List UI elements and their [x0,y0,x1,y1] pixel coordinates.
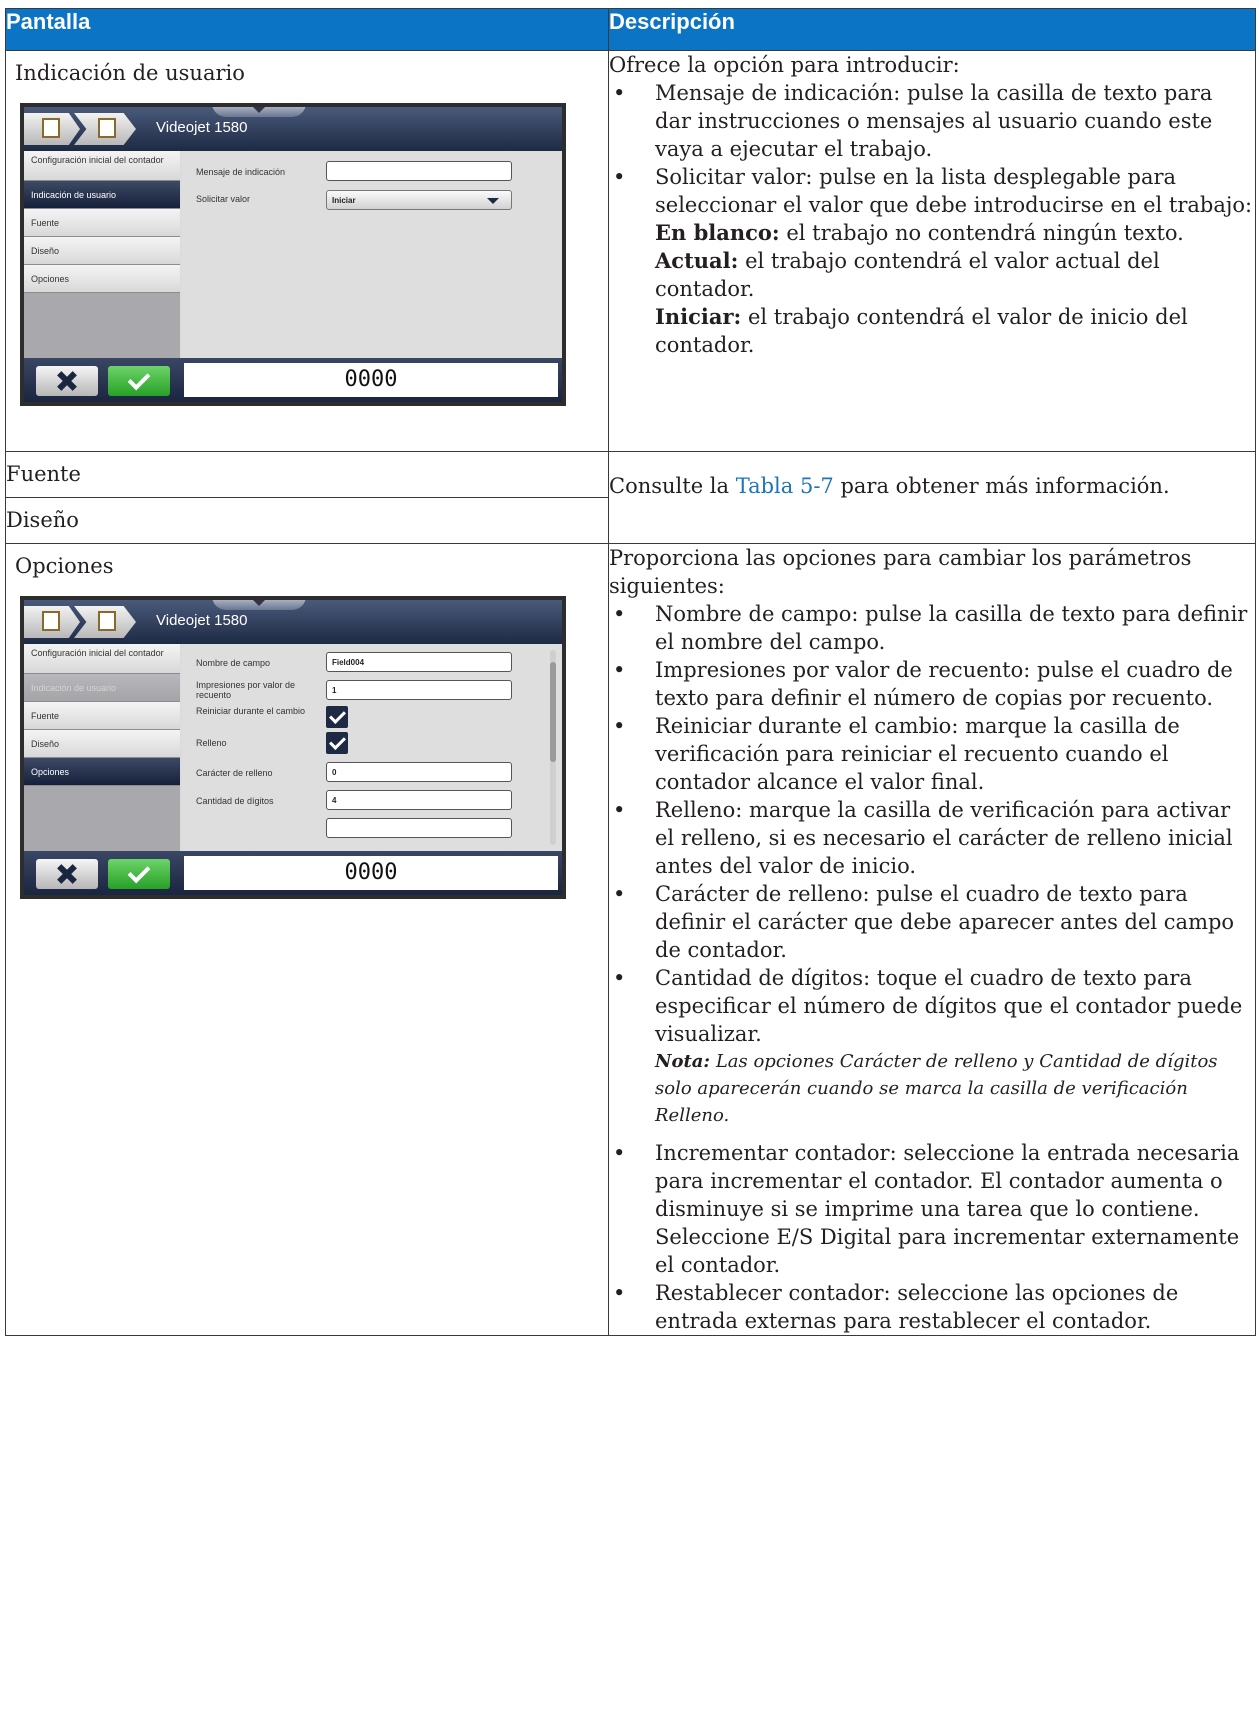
sidebar-item-font[interactable]: Fuente [24,209,180,237]
desc-bullet: Restablecer contador: seleccione las opc… [609,1279,1255,1335]
scrollbar[interactable] [550,650,556,845]
edit-icon [42,611,60,631]
sidebar-item-config[interactable]: Configuración inicial del contador [24,151,180,181]
sidebar-item-config[interactable]: Configuración inicial del contador [24,644,180,674]
dropdown-arrow-icon [487,198,499,204]
sidebar-item-user-prompt: Indicación de usuario [24,674,180,702]
clipboard-tab[interactable] [74,606,136,638]
request-value-selected: Iniciar [332,196,356,205]
desc-bullet-text: Cantidad de dígitos: toque el cuadro de … [655,966,1243,1046]
device-main-panel: Mensaje de indicación Solicitar valor In… [182,151,562,358]
description-cell-font-design: Consulte la Tabla 5-7 para obtener más i… [608,451,1256,544]
desc-intro: Ofrece la opción para introducir: [609,53,960,77]
field-name-label: Nombre de campo [196,658,271,668]
device-title: Videojet 1580 [156,119,248,136]
counter-display: 0000 [184,363,558,397]
screen-cell-font: Fuente [5,451,609,498]
note-text: Las opciones Carácter de relleno y Canti… [655,1051,1218,1126]
desc-bullet: Nombre de campo: pulse la casilla de tex… [609,600,1255,656]
clipboard-icon [98,118,116,138]
device-screenshot: Videojet 1580 Configuración inicial del … [20,596,566,899]
header-descripcion: Descripción [608,8,1256,51]
fill-char-label: Carácter de relleno [196,768,273,778]
cancel-button[interactable] [36,366,98,396]
device-screenshot: Videojet 1580 Configuración inicial del … [20,103,566,406]
sidebar-item-options[interactable]: Opciones [24,758,180,786]
device-bottom-bar: 0000 [24,851,562,895]
prompt-message-label: Mensaje de indicación [196,167,286,177]
desc-ref-post: para obtener más información. [833,474,1170,498]
clipboard-tab[interactable] [74,113,136,145]
description-cell-options: Proporciona las opciones para cambiar lo… [608,543,1256,1336]
device-top-bar: Videojet 1580 [24,107,562,151]
request-value-select[interactable]: Iniciar [326,190,512,210]
desc-bullet: Incrementar contador: seleccione la entr… [609,1139,1255,1279]
option-blank-text: el trabajo no contendrá ningún texto. [779,221,1184,245]
prompt-message-input[interactable] [326,161,512,181]
device-main-panel: Nombre de campo Field004 Impresiones por… [182,644,562,851]
next-field-input[interactable] [326,818,512,838]
field-name-input[interactable]: Field004 [326,652,512,672]
sidebar-item-design[interactable]: Diseño [24,237,180,265]
sidebar-item-font[interactable]: Fuente [24,702,180,730]
device-sidebar: Configuración inicial del contador Indic… [24,151,180,358]
fill-checkbox[interactable] [326,732,348,754]
option-start-label: Iniciar: [655,304,742,329]
digits-label: Cantidad de dígitos [196,796,274,806]
confirm-button[interactable] [108,366,170,396]
desc-bullet: Cantidad de dígitos: toque el cuadro de … [609,964,1255,1129]
desc-bullet-text: Solicitar valor: pulse en la lista despl… [655,165,1253,217]
screen-cell-options: Opciones Videojet 1580 Configuración ini… [5,543,609,1336]
scrollbar-thumb[interactable] [550,662,556,762]
table-reference-link[interactable]: Tabla 5-7 [736,474,834,498]
note-label: Nota: [655,1051,711,1072]
device-sidebar: Configuración inicial del contador Indic… [24,644,180,851]
sidebar-item-user-prompt[interactable]: Indicación de usuario [24,181,180,209]
desc-intro: Proporciona las opciones para cambiar lo… [609,546,1192,598]
reset-on-change-checkbox[interactable] [326,706,348,728]
device-top-bar: Videojet 1580 [24,600,562,644]
device-title: Videojet 1580 [156,612,248,629]
row-title: Opciones [15,554,114,578]
cancel-button[interactable] [36,859,98,889]
reset-on-change-label: Reiniciar durante el cambio [196,706,306,716]
desc-bullet: Carácter de relleno: pulse el cuadro de … [609,880,1255,964]
device-bottom-bar: 0000 [24,358,562,402]
row-title: Indicación de usuario [15,61,245,85]
parameters-table: Pantalla Descripción Indicación de usuar… [5,8,1256,1336]
pull-down-handle[interactable] [212,600,306,610]
desc-bullet: Mensaje de indicación: pulse la casilla … [609,79,1255,163]
prints-per-count-label: Impresiones por valor de recuento [196,680,296,700]
counter-display: 0000 [184,856,558,890]
desc-bullet: Impresiones por valor de recuento: pulse… [609,656,1255,712]
desc-bullet: Relleno: marque la casilla de verificaci… [609,796,1255,880]
option-blank-label: En blanco: [655,220,780,245]
desc-ref-pre: Consulte la [609,474,736,498]
fill-label: Relleno [196,738,227,748]
prints-per-count-input[interactable]: 1 [326,680,512,700]
sidebar-item-design[interactable]: Diseño [24,730,180,758]
digits-input[interactable]: 4 [326,790,512,810]
desc-bullet: Solicitar valor: pulse en la lista despl… [609,163,1255,359]
fill-char-input[interactable]: 0 [326,762,512,782]
option-current-label: Actual: [655,248,739,273]
edit-icon [42,118,60,138]
sidebar-item-options[interactable]: Opciones [24,265,180,293]
clipboard-icon [98,611,116,631]
pull-down-handle[interactable] [212,107,306,117]
screen-cell-design: Diseño [5,497,609,544]
desc-bullet: Reiniciar durante el cambio: marque la c… [609,712,1255,796]
header-pantalla: Pantalla [5,8,609,51]
edit-tab[interactable] [24,606,80,638]
request-value-label: Solicitar valor [196,194,251,204]
screen-cell-user-prompt: Indicación de usuario Videojet 1580 Conf… [5,50,609,452]
description-cell-user-prompt: Ofrece la opción para introducir: Mensaj… [608,50,1256,452]
edit-tab[interactable] [24,113,80,145]
confirm-button[interactable] [108,859,170,889]
